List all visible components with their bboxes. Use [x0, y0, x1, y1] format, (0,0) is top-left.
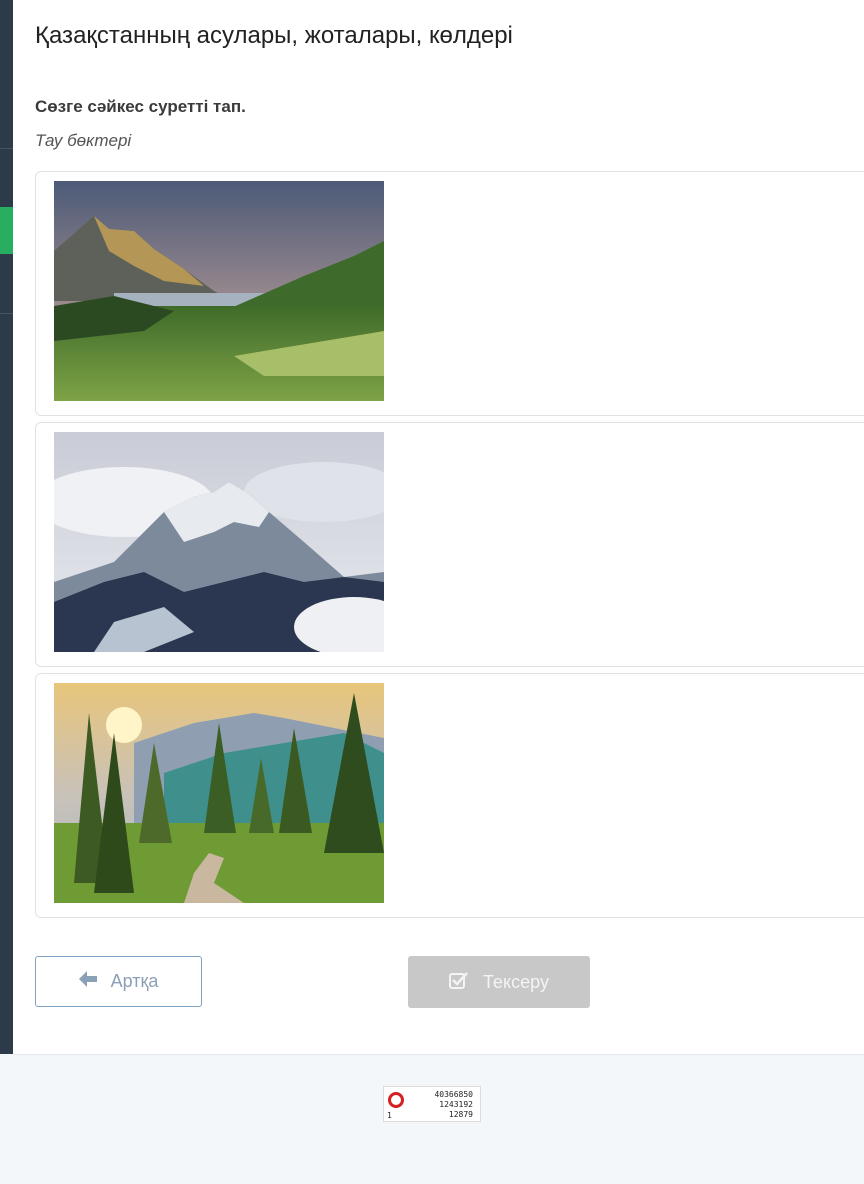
mountain-foothills-valley-photo	[54, 181, 384, 401]
visit-counter[interactable]: 1 40366850 1243192 12879	[383, 1086, 481, 1122]
page-title: Қазақстанның асулары, жоталары, көлдері	[35, 22, 513, 49]
snowy-mountain-peak-photo	[54, 432, 384, 652]
prompt-word: Тау бөктері	[35, 131, 132, 150]
arrow-left-icon	[78, 971, 97, 992]
counter-corner: 1	[387, 1111, 392, 1120]
back-button-label: Артқа	[110, 971, 159, 991]
counter-line-3: 12879	[448, 1110, 473, 1119]
lesson-panel: Қазақстанның асулары, жоталары, көлдері …	[13, 0, 864, 1055]
answer-option-2[interactable]	[35, 422, 864, 667]
forest-mountain-road-photo	[54, 683, 384, 903]
answer-option-1[interactable]	[35, 171, 864, 416]
question-text: Сөзге сәйкес суретті тап.	[35, 97, 246, 116]
check-button[interactable]: Тексеру	[408, 956, 590, 1008]
counter-line-1: 40366850	[434, 1090, 473, 1099]
answer-option-3[interactable]	[35, 673, 864, 918]
sidebar-active-indicator[interactable]	[0, 207, 13, 254]
sidebar-divider	[0, 313, 13, 314]
counter-logo-icon	[388, 1092, 404, 1108]
check-square-icon	[449, 971, 469, 994]
sidebar-divider	[0, 148, 13, 149]
back-button[interactable]: Артқа	[35, 956, 202, 1007]
check-button-label: Тексеру	[483, 971, 549, 992]
sidebar	[0, 0, 13, 1054]
counter-line-2: 1243192	[439, 1100, 473, 1109]
